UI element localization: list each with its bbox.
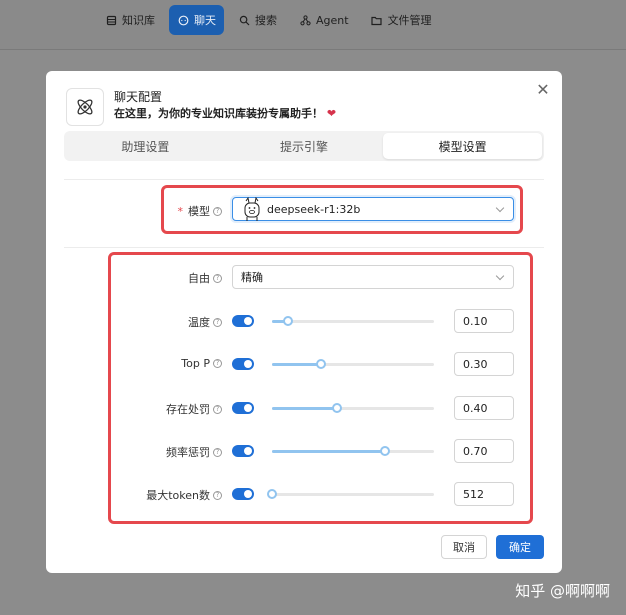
param-value-input[interactable]: 0.40 <box>454 396 514 420</box>
slider-fill <box>272 363 321 366</box>
cancel-button[interactable]: 取消 <box>441 535 487 559</box>
llama-icon <box>241 197 263 221</box>
folder-icon <box>371 14 383 26</box>
heart-icon: ❤ <box>326 107 337 120</box>
nav-label: 搜索 <box>255 14 277 27</box>
tab-assistant-settings[interactable]: 助理设置 <box>66 133 225 159</box>
model-label: * 模型 ? <box>72 203 222 219</box>
required-mark: * <box>177 204 184 218</box>
help-icon: ? <box>213 404 222 414</box>
slider-fill <box>272 407 337 410</box>
param-toggle[interactable] <box>232 488 254 500</box>
freedom-label: 自由 ? <box>72 270 222 286</box>
param-value-input[interactable]: 0.70 <box>454 439 514 463</box>
divider <box>64 179 544 180</box>
agent-icon <box>299 14 311 26</box>
help-icon: ? <box>213 317 222 327</box>
model-value: deepseek-r1:32b <box>267 202 361 216</box>
slider-handle[interactable] <box>331 403 342 413</box>
modal-title: 聊天配置 <box>114 90 163 104</box>
modal-subtitle: 在这里，为你的专业知识库装扮专属助手！ ❤ <box>114 105 336 121</box>
slider-handle[interactable] <box>315 359 326 369</box>
param-slider[interactable] <box>267 489 434 499</box>
param-label-text: Top P <box>181 357 210 370</box>
param-slider[interactable] <box>272 403 434 413</box>
param-label-text: 温度 <box>188 316 210 329</box>
help-icon: ? <box>213 206 222 216</box>
slider-handle[interactable] <box>267 489 277 499</box>
param-toggle[interactable] <box>232 445 254 457</box>
subtitle-text: 在这里，为你的专业知识库装扮专属助手！ <box>114 107 323 120</box>
param-toggle[interactable] <box>232 402 254 414</box>
param-label-text: 频率惩罚 <box>166 446 210 459</box>
search-icon <box>238 14 250 26</box>
main-nav: 知识库 聊天 搜索 Agent 文件管理 <box>97 5 440 35</box>
param-toggle[interactable] <box>232 315 254 327</box>
freedom-select[interactable]: 精确 <box>232 265 514 289</box>
watermark: 知乎 @啊啊啊 <box>515 582 610 600</box>
nav-label: 聊天 <box>194 14 216 27</box>
param-label: 存在处罚 ? <box>72 401 222 417</box>
param-slider[interactable] <box>272 446 434 456</box>
param-label-text: 存在处罚 <box>166 403 210 416</box>
assistant-avatar <box>66 88 104 126</box>
chat-icon <box>177 14 189 26</box>
help-icon: ? <box>213 359 222 368</box>
param-slider[interactable] <box>272 316 434 326</box>
help-icon: ? <box>213 490 222 500</box>
help-icon: ? <box>213 273 222 283</box>
model-label-text: 模型 <box>188 205 210 218</box>
top-nav-bar: 知识库 聊天 搜索 Agent 文件管理 <box>0 0 626 50</box>
tab-model-settings[interactable]: 模型设置 <box>383 133 543 159</box>
tab-prompt-engine[interactable]: 提示引擎 <box>225 133 384 159</box>
database-icon <box>105 14 117 26</box>
param-toggle[interactable] <box>232 358 254 370</box>
close-icon[interactable]: ✕ <box>536 82 550 98</box>
atom-icon <box>77 99 93 115</box>
nav-label: Agent <box>316 13 349 27</box>
param-label: 温度 ? <box>72 314 222 330</box>
chevron-down-icon <box>495 271 505 281</box>
nav-item-knowledge-base[interactable]: 知识库 <box>97 5 163 35</box>
ok-button[interactable]: 确定 <box>496 535 544 559</box>
freedom-value: 精确 <box>241 271 263 284</box>
nav-label: 知识库 <box>122 14 155 27</box>
param-label: 最大token数 ? <box>72 487 222 503</box>
nav-label: 文件管理 <box>387 14 432 27</box>
param-value-input[interactable]: 512 <box>454 482 514 506</box>
chevron-down-icon <box>495 203 505 213</box>
freedom-label-text: 自由 <box>188 272 210 285</box>
param-value-input[interactable]: 0.10 <box>454 309 514 333</box>
param-value-input[interactable]: 0.30 <box>454 352 514 376</box>
param-slider[interactable] <box>272 359 434 369</box>
slider-fill <box>272 450 386 453</box>
config-tabs: 助理设置 提示引擎 模型设置 <box>64 131 544 161</box>
param-label-text: 最大token数 <box>146 489 210 502</box>
nav-item-file-management[interactable]: 文件管理 <box>363 5 440 35</box>
param-label: 频率惩罚 ? <box>72 444 222 460</box>
nav-item-agent[interactable]: Agent <box>291 5 357 35</box>
help-icon: ? <box>213 447 222 457</box>
param-label: Top P ? <box>72 357 222 370</box>
nav-item-chat[interactable]: 聊天 <box>169 5 224 35</box>
chat-config-modal: ✕ 聊天配置 在这里，为你的专业知识库装扮专属助手！ ❤ 助理设置 提示引擎 模… <box>46 71 562 573</box>
model-select[interactable]: deepseek-r1:32b <box>232 197 514 221</box>
divider <box>64 247 544 248</box>
nav-item-search[interactable]: 搜索 <box>230 5 285 35</box>
